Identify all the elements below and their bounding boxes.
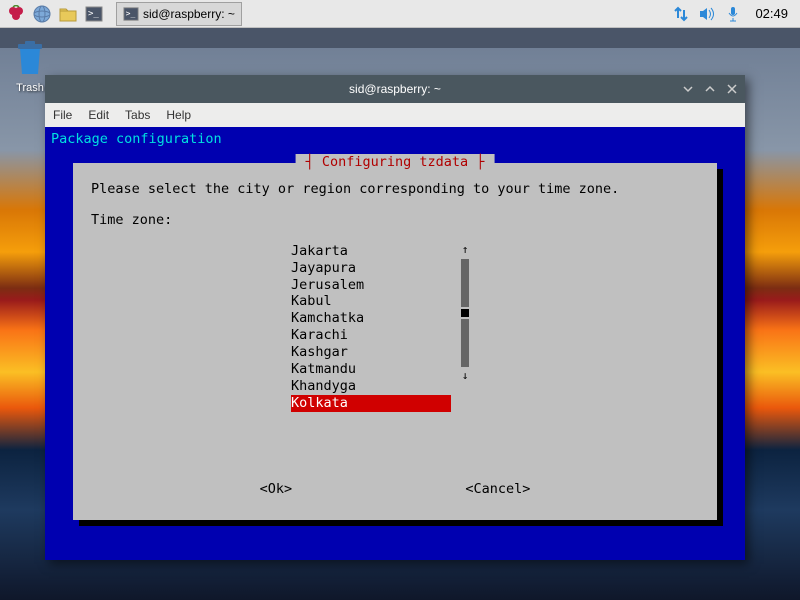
menu-help[interactable]: Help xyxy=(166,108,191,122)
list-item[interactable]: Khandyga xyxy=(291,378,699,395)
list-item[interactable]: Katmandu xyxy=(291,361,699,378)
timezone-label: Time zone: xyxy=(91,212,699,229)
window-title: sid@raspberry: ~ xyxy=(349,82,441,96)
taskbar: >_ >_ sid@raspberry: ~ 02:49 xyxy=(0,0,800,28)
list-item[interactable]: Jakarta xyxy=(291,243,699,260)
tzdata-dialog: ┤ Configuring tzdata ├ Please select the… xyxy=(73,163,717,520)
dialog-prompt: Please select the city or region corresp… xyxy=(91,181,699,198)
volume-icon[interactable] xyxy=(695,2,719,26)
app-menu-icon[interactable] xyxy=(4,2,28,26)
window-menubar: File Edit Tabs Help xyxy=(45,103,745,127)
list-item-selected[interactable]: Kolkata xyxy=(291,395,451,412)
package-config-header: Package configuration xyxy=(51,131,739,148)
trash-label: Trash xyxy=(16,82,44,94)
terminal-window: sid@raspberry: ~ File Edit Tabs Help Pac… xyxy=(45,75,745,560)
list-item[interactable]: Kashgar xyxy=(291,344,699,361)
microphone-icon[interactable] xyxy=(721,2,745,26)
cancel-button[interactable]: <Cancel> xyxy=(465,481,530,498)
taskbar-clock[interactable]: 02:49 xyxy=(747,6,796,21)
window-close-icon[interactable] xyxy=(725,82,739,96)
desktop-trash[interactable]: Trash xyxy=(10,38,50,94)
terminal-launcher-icon[interactable]: >_ xyxy=(82,2,106,26)
terminal-content[interactable]: Package configuration ┤ Configuring tzda… xyxy=(45,127,745,560)
ok-button[interactable]: <Ok> xyxy=(260,481,293,498)
network-icon[interactable] xyxy=(669,2,693,26)
list-item[interactable]: Kabul xyxy=(291,293,699,310)
trash-icon xyxy=(10,38,50,78)
dialog-title: ┤ Configuring tzdata ├ xyxy=(296,154,495,171)
menu-edit[interactable]: Edit xyxy=(88,108,109,122)
menu-file[interactable]: File xyxy=(53,108,72,122)
menu-tabs[interactable]: Tabs xyxy=(125,108,150,122)
timezone-list[interactable]: Jakarta Jayapura Jerusalem Kabul Kamchat… xyxy=(291,243,699,412)
scroll-up-icon[interactable]: ↑ xyxy=(461,243,469,257)
svg-text:>_: >_ xyxy=(126,8,136,17)
list-item[interactable]: Karachi xyxy=(291,327,699,344)
taskbar-window-button[interactable]: >_ sid@raspberry: ~ xyxy=(116,2,242,26)
list-scrollbar[interactable]: ↑ ↓ xyxy=(461,243,469,398)
web-browser-icon[interactable] xyxy=(30,2,54,26)
list-item[interactable]: Jayapura xyxy=(291,260,699,277)
taskbar-window-label: sid@raspberry: ~ xyxy=(143,7,235,21)
svg-text:>_: >_ xyxy=(88,9,99,19)
window-titlebar[interactable]: sid@raspberry: ~ xyxy=(45,75,745,103)
list-item[interactable]: Jerusalem xyxy=(291,277,699,294)
window-minimize-icon[interactable] xyxy=(681,82,695,96)
list-item[interactable]: Kamchatka xyxy=(291,310,699,327)
scroll-down-icon[interactable]: ↓ xyxy=(461,369,469,383)
window-maximize-icon[interactable] xyxy=(703,82,717,96)
file-manager-icon[interactable] xyxy=(56,2,80,26)
